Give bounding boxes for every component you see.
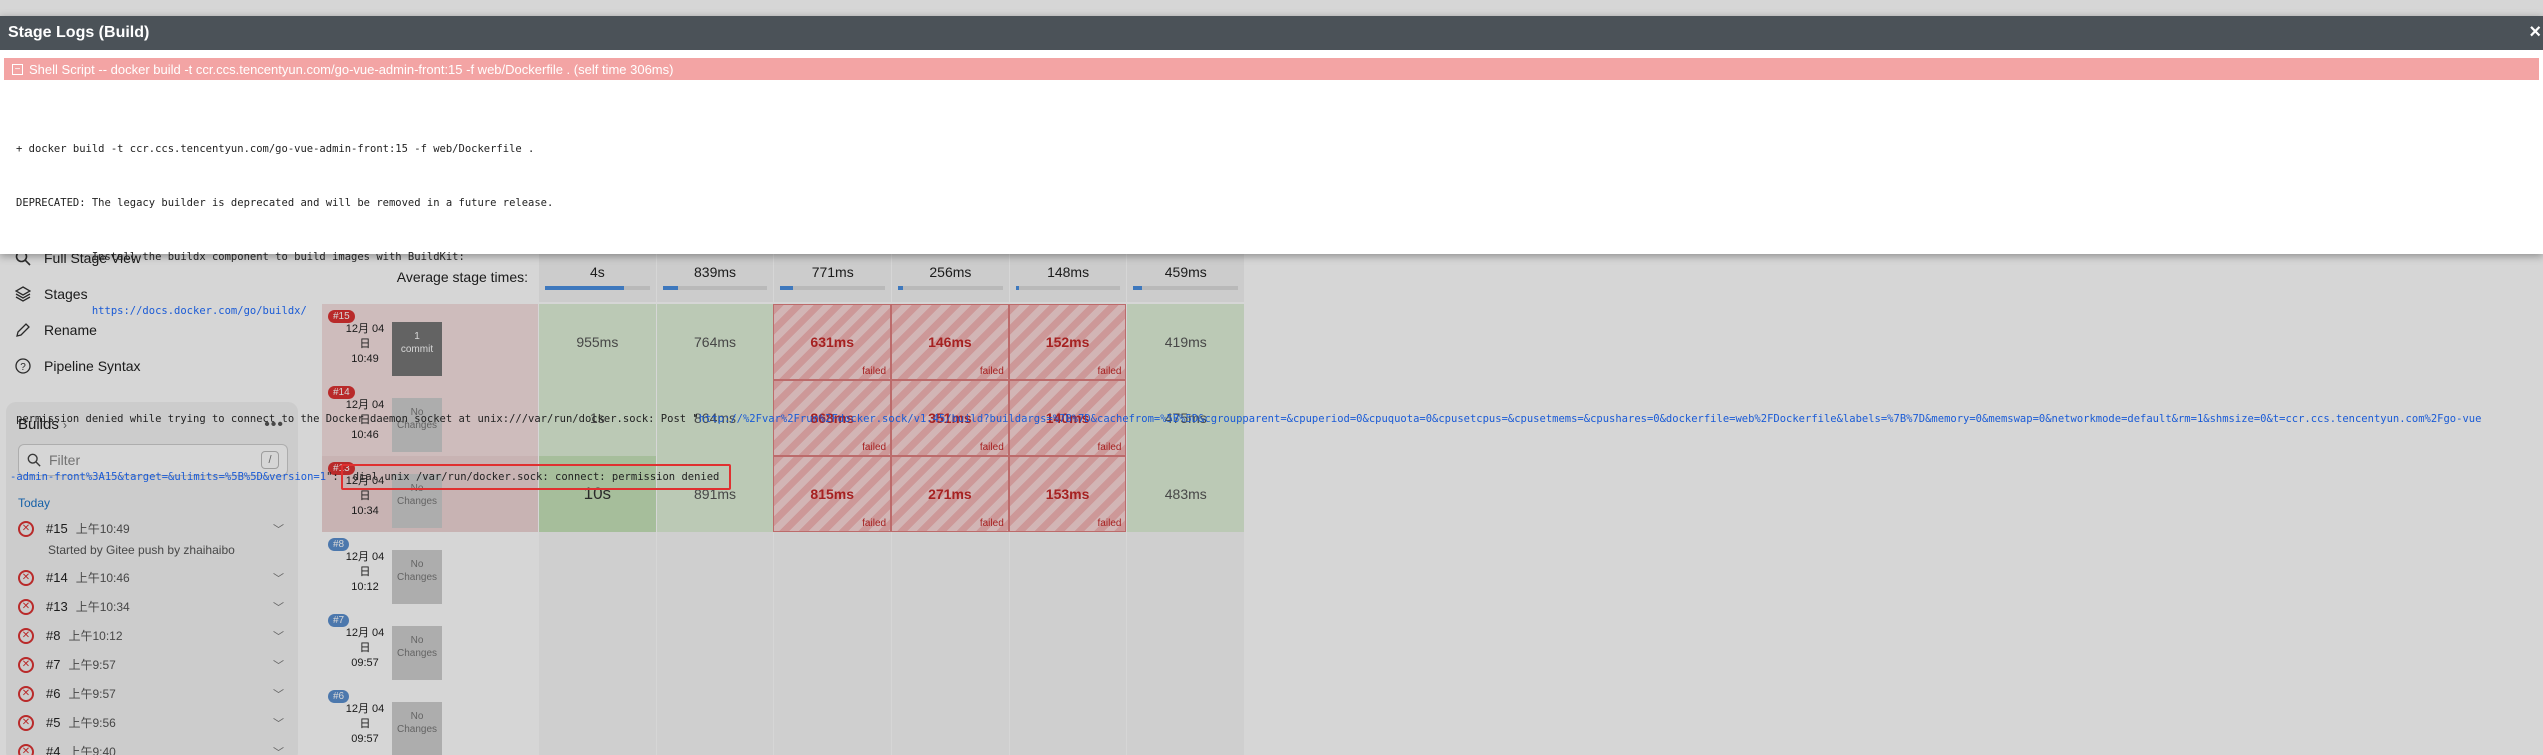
log-line: permission denied while trying to connec… <box>16 410 2536 428</box>
log-line: DEPRECATED: The legacy builder is deprec… <box>16 197 554 209</box>
log-text: permission denied while trying to connec… <box>16 413 699 425</box>
log-blank-line <box>16 356 2536 374</box>
log-line: https://docs.docker.com/go/buildx/ <box>16 302 2536 320</box>
log-line: + docker build -t ccr.ccs.tencentyun.com… <box>16 143 535 155</box>
modal-header: Stage Logs (Build) × <box>0 16 2543 50</box>
error-highlight: dial unix /var/run/docker.sock: connect:… <box>340 464 732 490</box>
log-line: -admin-front%3A15&target=&ulimits=%5B%5D… <box>10 464 2536 490</box>
step-title: Shell Script -- docker build -t ccr.ccs.… <box>29 61 674 77</box>
log-indent <box>16 305 92 317</box>
stage-logs-modal: Stage Logs (Build) × − Shell Script -- d… <box>0 16 2543 490</box>
log-line: Install the buildx component to build im… <box>16 251 465 263</box>
console-log: + docker build -t ccr.ccs.tencentyun.com… <box>10 104 2536 526</box>
log-link[interactable]: -admin-front%3A15&target=&ulimits=%5B%5D… <box>10 471 326 483</box>
close-icon[interactable]: × <box>2529 22 2541 42</box>
step-header[interactable]: − Shell Script -- docker build -t ccr.cc… <box>4 58 2539 80</box>
log-text: ": <box>326 471 339 483</box>
modal-title: Stage Logs (Build) <box>8 24 150 41</box>
log-link[interactable]: https://docs.docker.com/go/buildx/ <box>92 305 307 317</box>
log-link[interactable]: http://%2Fvar%2Frun%2Fdocker.sock/v1.45/… <box>699 413 2482 425</box>
collapse-icon[interactable]: − <box>12 63 23 75</box>
